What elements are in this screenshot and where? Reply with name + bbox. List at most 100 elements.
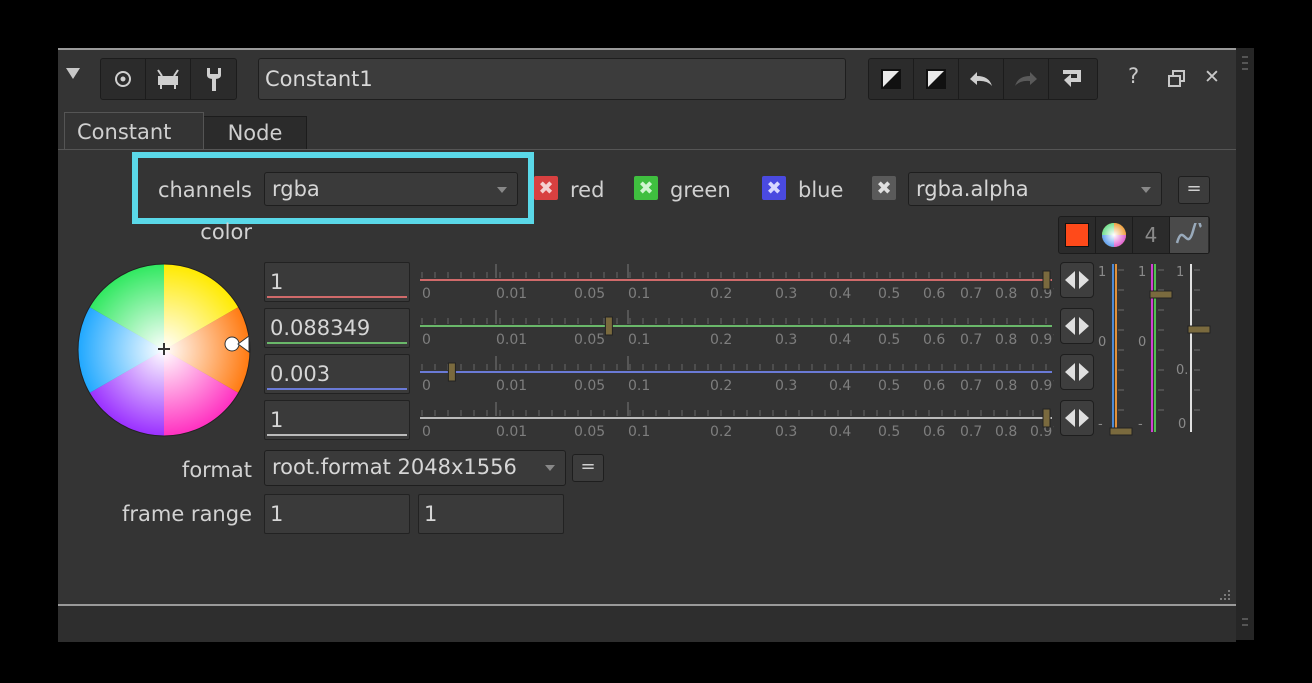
float-icon[interactable]: [1168, 70, 1186, 88]
alpha-slider[interactable]: 00.010.050.10.20.30.40.50.60.70.80.91: [418, 398, 1054, 438]
alpha-arrow-button[interactable]: [1060, 400, 1094, 436]
slider-tick-label: 0.8: [995, 286, 1017, 300]
revert-button[interactable]: [1049, 59, 1094, 99]
redo-button[interactable]: [1004, 59, 1049, 99]
color-wheel[interactable]: [76, 262, 256, 442]
slider-tick-label: 0: [422, 378, 431, 392]
grip-mark: [1242, 68, 1248, 70]
color-wheel-button[interactable]: [1096, 217, 1133, 253]
slider-tick-label: 0.91: [1030, 378, 1054, 392]
red-label: red: [570, 178, 605, 202]
channels-link-button[interactable]: =: [1178, 176, 1210, 204]
slider-tick-label: 0.8: [995, 424, 1017, 438]
format-value: root.format 2048x1556: [272, 455, 517, 479]
alpha-channel-dropdown[interactable]: rgba.alpha: [908, 172, 1162, 206]
viewer-button[interactable]: [146, 59, 191, 99]
format-dropdown[interactable]: root.format 2048x1556: [264, 450, 566, 486]
slider-tick-label: 0.05: [574, 378, 605, 392]
close-icon[interactable]: ✕: [1204, 66, 1220, 88]
slider-tick-label: 0.2: [710, 378, 732, 392]
green-slider[interactable]: 0 0.01 0.05 0.1 0.2 0.3 0.4 0.5 0.6 0.7 0.8 0.91: [418, 306, 1054, 346]
tab-constant[interactable]: Constant: [64, 112, 204, 150]
vslider-label: 1: [1138, 265, 1146, 280]
panel-title-bar: Constant1 ? ✕: [58, 50, 1236, 108]
vslider-label: 1: [1098, 265, 1106, 280]
slider-tick-label: 0.05: [574, 286, 605, 300]
alpha-channel-value: rgba.alpha: [916, 177, 1029, 201]
color-swatch-button-2[interactable]: [914, 59, 959, 99]
slider-tick-label: 0.05: [574, 424, 605, 438]
left-right-arrows-icon: [1065, 363, 1089, 381]
redo-icon: [1015, 72, 1037, 86]
blue-label: blue: [798, 178, 844, 202]
undo-button[interactable]: [959, 59, 1004, 99]
frame-range-label: frame range: [121, 502, 252, 526]
vslider-label: 0: [1178, 417, 1186, 432]
slider-tick-label: 0.3: [775, 424, 797, 438]
slider-tick-label: 0: [422, 332, 431, 346]
slider-tick-label: 0.91: [1030, 332, 1054, 346]
resize-grip-icon[interactable]: [1216, 588, 1232, 604]
properties-panel: Constant1 ? ✕ Node Constant channels rgb…: [58, 48, 1236, 642]
tab-node[interactable]: Node: [203, 116, 307, 150]
slider-tick-label: 0.01: [496, 332, 527, 346]
frame-range-end-field[interactable]: 1: [418, 494, 564, 534]
slider-tick-label: 0.1: [628, 332, 650, 346]
render-icon: [115, 71, 131, 87]
slider-tick-label: 0.2: [710, 286, 732, 300]
panel-scroll-strip[interactable]: [1236, 48, 1254, 640]
slider-handle: [1042, 270, 1051, 290]
color-swatch-button[interactable]: [1059, 217, 1096, 253]
color-tools-group: 4: [1058, 216, 1210, 254]
chevron-down-icon: [497, 187, 507, 193]
slider-tick-label: 0.2: [710, 332, 732, 346]
green-arrow-button[interactable]: [1060, 308, 1094, 344]
slider-tick-label: 0.4: [829, 424, 851, 438]
blue-value: 0.003: [270, 362, 331, 386]
blue-underline: [267, 388, 407, 390]
vslider-label: -: [1138, 417, 1143, 432]
color-swatch-button-1[interactable]: [869, 59, 914, 99]
slider-tick-label: 0.7: [960, 378, 982, 392]
slider-tick-label: 0.4: [829, 378, 851, 392]
blue-checkbox[interactable]: ✖: [762, 176, 786, 200]
blue-value-field[interactable]: 0.003: [264, 354, 410, 394]
node-name-field[interactable]: Constant1: [258, 58, 846, 100]
channels-dropdown[interactable]: rgba: [264, 172, 518, 206]
format-label: format: [181, 458, 252, 482]
grip-mark: [1242, 62, 1248, 64]
curve-button[interactable]: [1170, 217, 1208, 253]
slider-tick-label: 0.3: [775, 378, 797, 392]
format-link-button[interactable]: =: [572, 454, 604, 482]
slider-tick-label: 0.3: [775, 286, 797, 300]
chevron-down-icon: [1141, 187, 1151, 193]
red-checkbox[interactable]: ✖: [534, 176, 558, 200]
slider-tick-label: 0: [422, 286, 431, 300]
hsv-vertical-sliders[interactable]: 1 0 - 1 0 - 1 0. 0: [1098, 260, 1216, 440]
color-swatch: [1065, 223, 1089, 247]
vslider-label: 0.: [1176, 363, 1188, 378]
red-value-field[interactable]: 1: [264, 262, 410, 302]
alpha-value-field[interactable]: 1: [264, 400, 410, 440]
blue-arrow-button[interactable]: [1060, 354, 1094, 390]
blue-slider[interactable]: 0 0.01 0.05 0.1 0.2 0.3 0.4 0.5 0.6 0.7 0.8 0.91: [418, 352, 1054, 392]
help-icon[interactable]: ?: [1128, 64, 1139, 88]
grip-mark: [1242, 618, 1248, 620]
slider-tick-label: 0.01: [496, 286, 527, 300]
red-underline: [267, 296, 407, 298]
slider-handle: [604, 316, 613, 336]
render-button[interactable]: [101, 59, 146, 99]
red-slider[interactable]: 00.010.050.10.20.30.40.50.60.70.80.91: [418, 260, 1054, 300]
frame-range-start-field[interactable]: 1: [264, 494, 410, 534]
vslider-label: 1: [1176, 265, 1184, 280]
channel-count-button[interactable]: 4: [1133, 217, 1170, 253]
green-checkbox[interactable]: ✖: [634, 176, 658, 200]
collapse-triangle-icon[interactable]: [66, 68, 80, 79]
grip-mark: [1242, 624, 1248, 626]
settings-button[interactable]: [191, 59, 236, 99]
color-label: color: [200, 220, 252, 244]
slider-tick-label: 0.5: [878, 424, 900, 438]
green-value-field[interactable]: 0.088349: [264, 308, 410, 348]
red-arrow-button[interactable]: [1060, 262, 1094, 298]
alpha-checkbox[interactable]: ✖: [872, 176, 896, 200]
